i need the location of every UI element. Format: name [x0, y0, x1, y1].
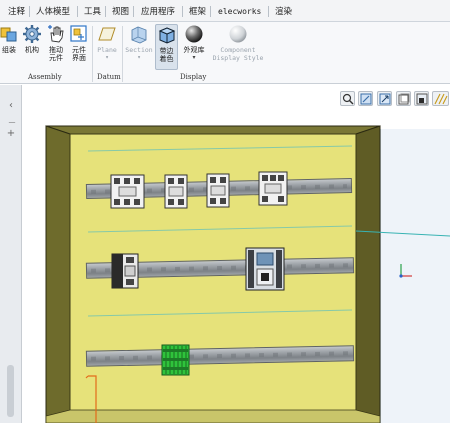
relay-component[interactable]: [258, 171, 288, 206]
contactor-component[interactable]: [111, 253, 139, 289]
relay-component[interactable]: [206, 173, 230, 208]
circuit-breaker-component[interactable]: [245, 247, 285, 291]
relay-component[interactable]: [164, 174, 188, 209]
terminal-block-component[interactable]: [161, 344, 190, 376]
contactor-component[interactable]: [110, 174, 145, 209]
